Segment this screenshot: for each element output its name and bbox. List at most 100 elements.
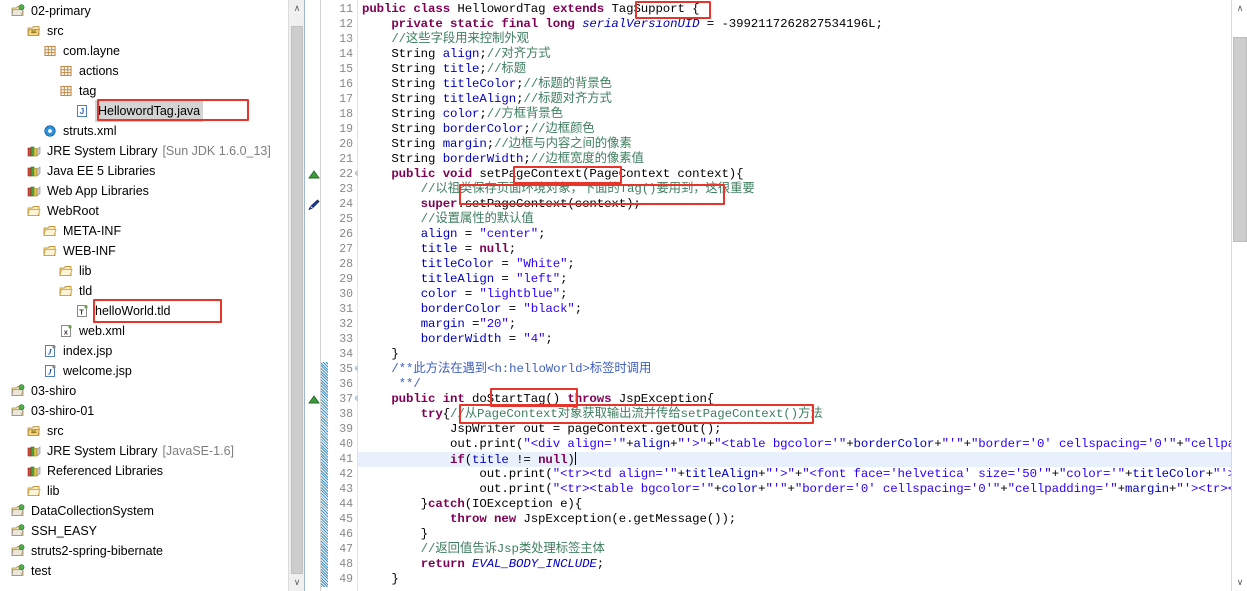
code-line[interactable]: **/ — [362, 377, 421, 392]
code-line[interactable]: String color;//方框背景色 — [362, 107, 563, 122]
editor-text-area[interactable]: public class HellowordTag extends TagSup… — [358, 0, 1247, 591]
explorer-vertical-scrollbar[interactable]: ∧ ∨ — [288, 0, 304, 591]
code-line[interactable]: color = "lightblue"; — [362, 287, 568, 302]
code-editor[interactable]: 11 12 13 14 15 16 17 18 19 20 2122⊖23 24 25 26 27 28 29 3… — [305, 0, 1247, 591]
tree-item-web-app-libraries[interactable]: Web App Libraries — [0, 181, 288, 201]
code-line[interactable]: //返回值告诉Jsp类处理标签主体 — [362, 542, 605, 557]
code-line[interactable]: titleAlign = "left"; — [362, 272, 568, 287]
line-number: 29 — [339, 273, 353, 286]
code-token: borderColor — [853, 437, 935, 451]
tree-item-web-xml[interactable]: x web.xml — [0, 321, 288, 341]
tree-item-webroot[interactable]: WebRoot — [0, 201, 288, 221]
tree-item-lib[interactable]: lib — [0, 481, 288, 501]
code-line[interactable]: super.setPageContext(context); — [362, 197, 641, 212]
code-line[interactable]: throw new JspException(e.getMessage()); — [362, 512, 736, 527]
tree-item-jre-system-library[interactable]: JRE System Library [JavaSE-1.6] — [0, 441, 288, 461]
code-token: "<table bgcolor='" — [714, 437, 847, 451]
tree-item-com-layne[interactable]: com.layne — [0, 41, 288, 61]
tree-item-struts2-spring-bibernate[interactable]: struts2-spring-bibernate — [0, 541, 288, 561]
code-line[interactable]: String align;//对齐方式 — [362, 47, 550, 62]
editor-scroll-down-arrow-icon[interactable]: ∨ — [1232, 574, 1247, 591]
tree-item-test[interactable]: test — [0, 561, 288, 581]
code-line[interactable]: public void setPageContext(PageContext c… — [362, 167, 743, 182]
code-line[interactable]: borderWidth = "4"; — [362, 332, 553, 347]
code-token: { — [442, 407, 451, 421]
tree-item-tag[interactable]: tag — [0, 81, 288, 101]
code-line[interactable]: } — [362, 572, 398, 587]
code-line[interactable]: public class HellowordTag extends TagSup… — [362, 2, 700, 17]
code-token: "<div align='" — [523, 437, 627, 451]
code-line[interactable]: String borderColor;//边框颜色 — [362, 122, 594, 137]
tree-item-02-primary[interactable]: 02-primary — [0, 1, 288, 21]
code-line[interactable]: } — [362, 527, 428, 542]
code-line[interactable]: String titleAlign;//标题对齐方式 — [362, 92, 612, 107]
code-line[interactable]: //以祖类保存页面环境对象，下面的Tag()要用到，这很重要 — [362, 182, 755, 197]
tree-item-meta-inf[interactable]: META-INF — [0, 221, 288, 241]
tree-item-struts-xml[interactable]: struts.xml — [0, 121, 288, 141]
code-line[interactable]: /**此方法在遇到<h:helloWorld>标签时调用 — [362, 362, 651, 377]
code-line[interactable]: return EVAL_BODY_INCLUDE; — [362, 557, 605, 572]
override-method-icon[interactable] — [306, 167, 320, 182]
scroll-down-arrow-icon[interactable]: ∨ — [289, 574, 304, 591]
code-line[interactable]: String title;//标题 — [362, 62, 526, 77]
tree-item-label: Referenced Libraries — [47, 464, 164, 478]
tree-item-ssh-easy[interactable]: SSH_EASY — [0, 521, 288, 541]
code-line[interactable]: JspWriter out = pageContext.getOut(); — [362, 422, 722, 437]
code-line[interactable]: title = null; — [362, 242, 516, 257]
code-line[interactable]: }catch(IOException e){ — [362, 497, 583, 512]
line-number: 13 — [339, 33, 353, 46]
code-token: ( — [464, 453, 473, 467]
tree-item-java-ee-5-libraries[interactable]: Java EE 5 Libraries — [0, 161, 288, 181]
code-line[interactable]: try{//从PageContext对象获取输出流并传给setPageConte… — [362, 407, 823, 422]
tree-item-tld[interactable]: tld — [0, 281, 288, 301]
editor-scrollbar-thumb[interactable] — [1233, 37, 1247, 242]
editor-scroll-up-arrow-icon[interactable]: ∧ — [1232, 0, 1247, 17]
line-number: 36 — [339, 378, 353, 391]
tree-item-welcome-jsp[interactable]: Jwelcome.jsp — [0, 361, 288, 381]
editor-vertical-scrollbar[interactable]: ∧ ∨ — [1231, 0, 1247, 591]
code-line[interactable]: public int doStartTag() throws JspExcept… — [362, 392, 714, 407]
tree-item-src[interactable]: src — [0, 421, 288, 441]
code-line[interactable]: if(title != null) — [362, 452, 576, 467]
tree-item-helloworld-tld[interactable]: ThelloWorld.tld — [0, 301, 288, 321]
scroll-up-arrow-icon[interactable]: ∧ — [289, 0, 304, 17]
tree-item-jre-system-library[interactable]: JRE System Library [Sun JDK 1.6.0_13] — [0, 141, 288, 161]
line-number: 26 — [339, 228, 353, 241]
code-line[interactable]: margin ="20"; — [362, 317, 516, 332]
tree-item-web-inf[interactable]: WEB-INF — [0, 241, 288, 261]
editor-marker-column[interactable] — [305, 0, 321, 591]
tree-item-actions[interactable]: actions — [0, 61, 288, 81]
code-line[interactable]: //设置属性的默认值 — [362, 212, 534, 227]
code-line[interactable]: String titleColor;//标题的背景色 — [362, 77, 612, 92]
override-method-icon[interactable] — [306, 392, 320, 407]
tree-item-src[interactable]: src — [0, 21, 288, 41]
explorer-scrollbar-thumb[interactable] — [291, 26, 303, 574]
quickdiff-pencil-icon[interactable] — [306, 197, 320, 212]
tree-item-referenced-libraries[interactable]: Referenced Libraries — [0, 461, 288, 481]
code-token: JspException{ — [618, 392, 715, 406]
code-line[interactable]: borderColor = "black"; — [362, 302, 583, 317]
tree-item-label: lib — [47, 484, 60, 498]
code-line[interactable]: out.print("<div align='"+align+"'>"+"<ta… — [362, 437, 1247, 452]
tree-item-index-jsp[interactable]: Jindex.jsp — [0, 341, 288, 361]
code-line[interactable]: String borderWidth;//边框宽度的像素值 — [362, 152, 644, 167]
tree-item-03-shiro[interactable]: 03-shiro — [0, 381, 288, 401]
project-tree[interactable]: 02-primary src com.layne actions tag J Hellowo… — [0, 0, 288, 581]
code-line[interactable]: } — [362, 347, 398, 362]
tree-item-label: tag — [79, 84, 97, 98]
code-line[interactable]: align = "center"; — [362, 227, 546, 242]
code-line[interactable]: out.print("<tr><table bgcolor='"+color+"… — [362, 482, 1247, 497]
code-line[interactable]: out.print("<tr><td align='"+titleAlign+"… — [362, 467, 1247, 482]
code-line[interactable]: private static final long serialVersionU… — [362, 17, 883, 32]
tree-item-lib[interactable]: lib — [0, 261, 288, 281]
tree-item-datacollectionsystem[interactable]: DataCollectionSystem — [0, 501, 288, 521]
code-line[interactable]: titleColor = "White"; — [362, 257, 575, 272]
tree-item-03-shiro-01[interactable]: 03-shiro-01 — [0, 401, 288, 421]
code-token: 此方法在遇到<h:helloWorld>标签时调用 — [413, 362, 652, 376]
code-line[interactable]: //这些字段用来控制外观 — [362, 32, 529, 47]
tree-item-hellowordtag-java[interactable]: J HellowordTag.java — [0, 100, 288, 122]
code-token: //方框背景色 — [486, 107, 563, 121]
package-explorer-view[interactable]: 02-primary src com.layne actions tag J Hellowo… — [0, 0, 305, 591]
code-line[interactable]: String margin;//边框与内容之间的像素 — [362, 137, 631, 152]
